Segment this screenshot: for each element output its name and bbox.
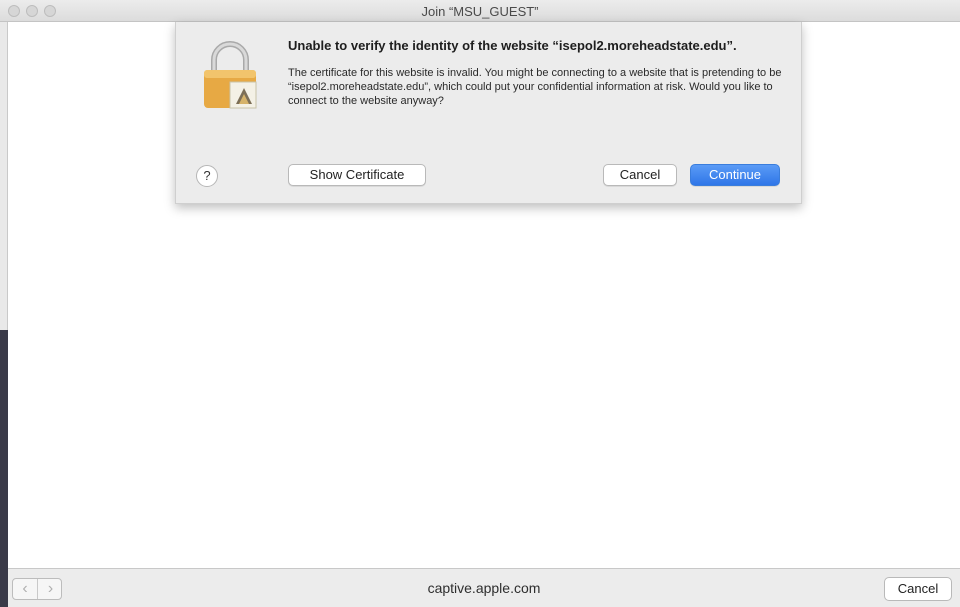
captive-portal-window: Join “MSU_GUEST” Unable to verify the id…: [0, 0, 960, 607]
dialog-message: The certificate for this website is inva…: [288, 67, 782, 107]
window-title: Join “MSU_GUEST”: [421, 4, 539, 19]
window-left-edge: [0, 0, 8, 607]
background-edge: [0, 330, 8, 607]
show-certificate-button[interactable]: Show Certificate: [288, 164, 426, 186]
dialog-title: Unable to verify the identity of the web…: [288, 38, 737, 53]
title-bar: Join “MSU_GUEST”: [0, 0, 960, 22]
certificate-warning-sheet: Unable to verify the identity of the web…: [175, 22, 802, 204]
bottom-bar: ‹ › captive.apple.com Cancel: [8, 568, 960, 607]
padlock-certificate-icon: [204, 41, 257, 109]
url-label: captive.apple.com: [427, 580, 541, 596]
cancel-button[interactable]: Cancel: [603, 164, 677, 186]
continue-button[interactable]: Continue: [690, 164, 780, 186]
bottom-cancel-button[interactable]: Cancel: [884, 577, 952, 601]
help-button[interactable]: ?: [196, 165, 218, 187]
